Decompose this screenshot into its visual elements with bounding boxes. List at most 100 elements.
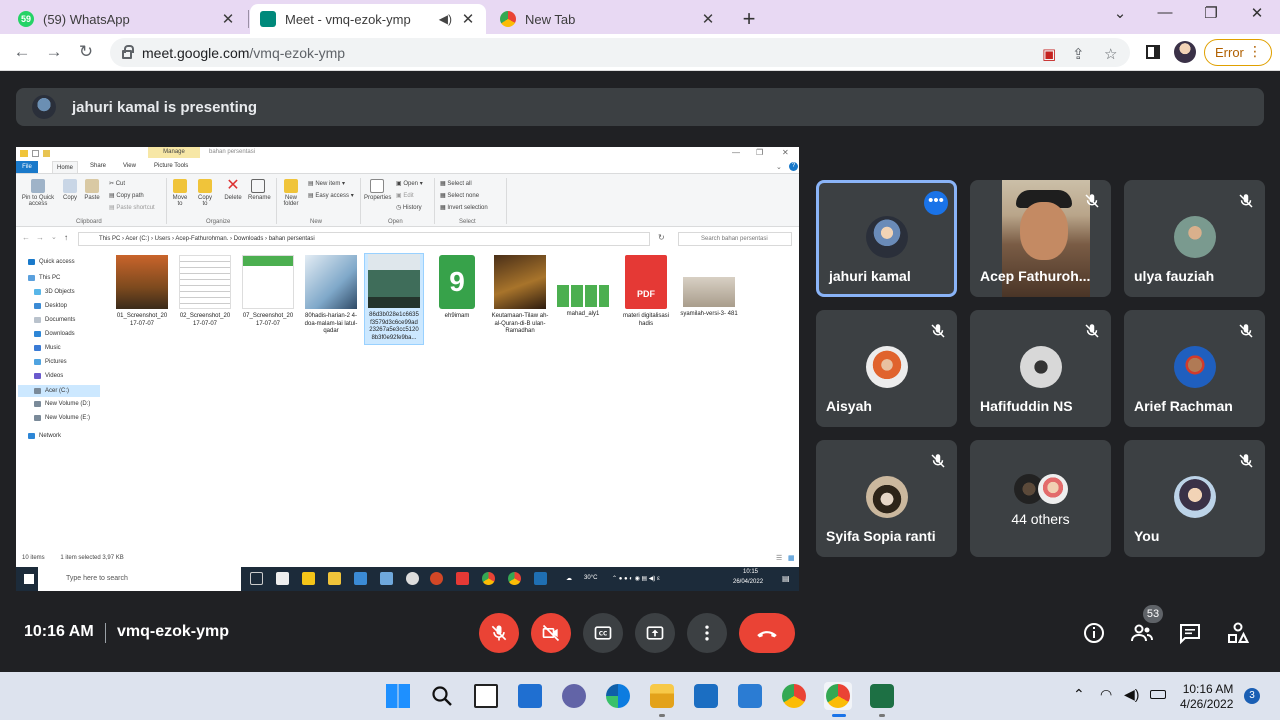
people-icon[interactable] bbox=[1130, 621, 1154, 645]
select-none-button[interactable]: ▦ Select none bbox=[440, 192, 479, 199]
settings-icon[interactable] bbox=[406, 572, 419, 585]
profile-avatar[interactable] bbox=[1174, 41, 1196, 63]
restore-icon[interactable]: ❐ bbox=[1197, 4, 1225, 22]
activities-icon[interactable] bbox=[1226, 621, 1250, 645]
new-folder-button[interactable]: New folder bbox=[281, 179, 301, 207]
participant-tile-ulya[interactable]: ulya fauziah bbox=[1124, 180, 1265, 297]
camera-blocked-icon[interactable]: ▣ bbox=[1042, 45, 1056, 63]
move-to-button[interactable]: Move to bbox=[170, 179, 190, 207]
app-icon[interactable] bbox=[380, 572, 393, 585]
powerpoint-icon[interactable] bbox=[430, 572, 443, 585]
mail-icon[interactable] bbox=[694, 684, 718, 708]
participant-tile-aisyah[interactable]: Aisyah bbox=[816, 310, 957, 427]
more-options-button[interactable] bbox=[687, 613, 727, 653]
forward-icon[interactable]: → bbox=[44, 42, 64, 62]
close-tab-icon[interactable]: ✕ bbox=[460, 10, 476, 28]
refresh-icon[interactable]: ↻ bbox=[658, 233, 665, 242]
reload-icon[interactable]: ↻ bbox=[76, 42, 96, 62]
nav-videos[interactable]: Videos bbox=[34, 373, 63, 379]
participant-tile-hafifuddin[interactable]: Hafifuddin NS bbox=[970, 310, 1111, 427]
teams-chat-icon[interactable] bbox=[562, 684, 586, 708]
new-item-button[interactable]: ▤ New item ▾ bbox=[308, 180, 345, 187]
forward-icon[interactable]: → bbox=[36, 233, 44, 242]
close-window-icon[interactable]: ✕ bbox=[1243, 4, 1271, 22]
properties-button[interactable]: Properties bbox=[364, 179, 391, 201]
tray-icons[interactable]: ⌃ ● ● ◐ ◉ ▤ ◀) ε bbox=[612, 575, 660, 582]
delete-button[interactable]: ✕ Delete bbox=[223, 178, 243, 202]
windows-start-icon[interactable] bbox=[386, 684, 410, 708]
sticky-notes-icon[interactable] bbox=[302, 572, 315, 585]
new-tab-icon[interactable]: + bbox=[738, 6, 760, 32]
notification-icon[interactable]: ▤ bbox=[782, 574, 790, 583]
back-icon[interactable]: ← bbox=[22, 233, 30, 242]
restore-icon[interactable]: ❐ bbox=[756, 148, 763, 157]
history-button[interactable]: ◷ History bbox=[396, 204, 422, 211]
tab-search-icon[interactable]: ⌄ bbox=[1106, 4, 1134, 22]
nav-quick-access[interactable]: Quick access bbox=[28, 259, 75, 265]
windows-start-icon[interactable] bbox=[24, 574, 34, 584]
chat-icon[interactable] bbox=[1178, 621, 1202, 645]
file-item[interactable]: 07_Screenshot_20 17-07-07 bbox=[238, 255, 298, 328]
file-item[interactable]: 01_Screenshot_20 17-07-07 bbox=[112, 255, 172, 328]
recent-locations-icon[interactable]: ⌄ bbox=[51, 233, 57, 241]
help-icon[interactable]: ? bbox=[789, 162, 798, 171]
details-view-icon[interactable]: ☰ bbox=[776, 554, 782, 562]
file-explorer-icon[interactable] bbox=[328, 572, 341, 585]
photos-icon[interactable] bbox=[534, 572, 547, 585]
close-tab-icon[interactable]: ✕ bbox=[220, 10, 236, 28]
excel-icon[interactable] bbox=[870, 684, 894, 708]
nav-acer-c[interactable]: Acer (C:) bbox=[18, 385, 100, 397]
minimize-icon[interactable]: — bbox=[1151, 4, 1179, 21]
tab-view[interactable]: View bbox=[123, 163, 136, 169]
volume-icon[interactable]: ◀) bbox=[1124, 686, 1139, 703]
file-item[interactable]: syamilah-versi-3- 481 bbox=[679, 255, 739, 319]
tab-file[interactable]: File bbox=[16, 161, 38, 173]
nav-documents[interactable]: Documents bbox=[34, 317, 75, 323]
paste-button[interactable]: Paste bbox=[82, 179, 102, 201]
close-tab-icon[interactable]: ✕ bbox=[700, 10, 716, 28]
address-bar[interactable]: meet.google.com/vmq-ezok-ymp ▣ ⇪ ☆ bbox=[110, 38, 1130, 67]
notification-badge[interactable]: 3 bbox=[1244, 688, 1260, 704]
wifi-icon[interactable]: ◠ bbox=[1100, 686, 1112, 703]
minimize-icon[interactable]: — bbox=[732, 148, 740, 157]
nav-volume-d[interactable]: New Volume (D:) bbox=[34, 401, 90, 407]
file-explorer-icon[interactable] bbox=[650, 684, 674, 708]
pin-quick-access-button[interactable]: Pin to Quick access bbox=[20, 179, 56, 207]
collapse-ribbon-icon[interactable]: ⌄ bbox=[776, 163, 782, 171]
nav-network[interactable]: Network bbox=[28, 433, 61, 439]
nav-desktop[interactable]: Desktop bbox=[34, 303, 67, 309]
participant-tile-acep[interactable]: Acep Fathuroh... bbox=[970, 180, 1111, 297]
bookmark-star-icon[interactable]: ☆ bbox=[1104, 45, 1117, 63]
large-icons-view-icon[interactable]: ▦ bbox=[788, 554, 795, 562]
copy-to-button[interactable]: Copy to bbox=[195, 179, 215, 207]
nav-pictures[interactable]: Pictures bbox=[34, 359, 67, 365]
close-window-icon[interactable]: ✕ bbox=[782, 148, 789, 157]
tab-new-tab[interactable]: New Tab ✕ bbox=[490, 4, 726, 34]
system-clock[interactable]: 10:16 AM 4/26/2022 bbox=[1180, 682, 1233, 712]
task-view-icon[interactable] bbox=[474, 684, 498, 708]
rename-button[interactable]: Rename bbox=[248, 179, 271, 201]
participant-tile-you[interactable]: You bbox=[1124, 440, 1265, 557]
mic-toggle-button[interactable] bbox=[479, 613, 519, 653]
edge-icon[interactable] bbox=[606, 684, 630, 708]
chrome-icon[interactable] bbox=[482, 572, 495, 585]
captions-button[interactable]: CC bbox=[583, 613, 623, 653]
app-icon[interactable] bbox=[354, 572, 367, 585]
cut-button[interactable]: ✂ Cut bbox=[109, 180, 125, 187]
file-item[interactable]: Keutamaan-Tilaw ah-al-Quran-di-B ulan-Ra… bbox=[490, 255, 550, 336]
nav-3d-objects[interactable]: 3D Objects bbox=[34, 289, 75, 295]
participant-tile-syifa[interactable]: Syifa Sopia ranti bbox=[816, 440, 957, 557]
chrome-icon[interactable] bbox=[508, 572, 521, 585]
speaker-icon[interactable]: ◀) bbox=[439, 12, 452, 26]
paste-shortcut-button[interactable]: ▤ Paste shortcut bbox=[109, 204, 155, 211]
participant-tile-jahuri-kamal[interactable]: ••• jahuri kamal bbox=[816, 180, 957, 297]
open-button[interactable]: ▣ Open ▾ bbox=[396, 180, 423, 187]
app-icon[interactable] bbox=[738, 684, 762, 708]
side-panel-icon[interactable] bbox=[1146, 45, 1160, 59]
search-icon[interactable] bbox=[430, 684, 454, 708]
nav-this-pc[interactable]: This PC bbox=[28, 275, 60, 281]
nav-music[interactable]: Music bbox=[34, 345, 61, 351]
acrobat-icon[interactable] bbox=[456, 572, 469, 585]
presented-screen[interactable]: Manage bahan persentasi — ❐ ✕ File Home … bbox=[16, 147, 799, 591]
show-hidden-icons-icon[interactable]: ⌃ bbox=[1073, 686, 1085, 703]
